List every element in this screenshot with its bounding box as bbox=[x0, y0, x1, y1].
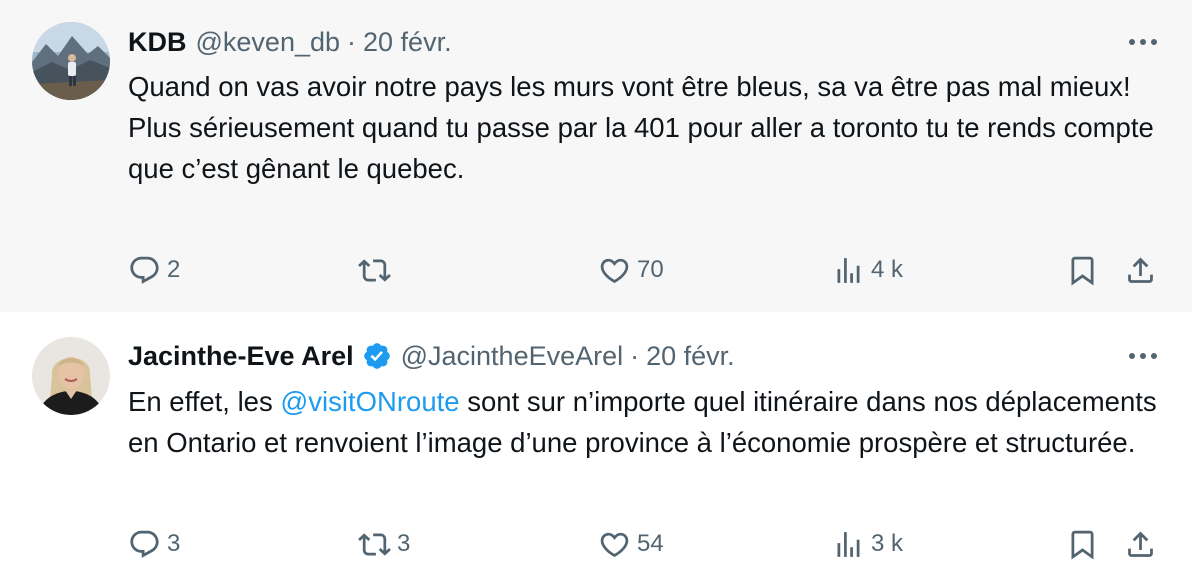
share-button[interactable] bbox=[1124, 522, 1157, 566]
mention-link[interactable]: @visitONroute bbox=[280, 386, 459, 417]
tweet-keven-db[interactable]: KDB @keven_db · 20 févr. Quand on vas av… bbox=[0, 0, 1192, 312]
more-button[interactable] bbox=[1126, 28, 1160, 56]
verified-badge-icon bbox=[363, 343, 390, 369]
separator-dot: · bbox=[347, 26, 357, 57]
tweet-header: KDB @keven_db · 20 févr. bbox=[128, 24, 452, 60]
bookmark-icon bbox=[1071, 256, 1094, 286]
more-icon bbox=[1129, 39, 1157, 45]
reply-button[interactable]: 3 bbox=[128, 522, 180, 566]
tweet-text-line: Quand on vas avoir notre pays les murs v… bbox=[128, 71, 1131, 102]
views-button[interactable]: 3 k bbox=[832, 522, 903, 566]
reply-icon bbox=[130, 256, 159, 284]
tweet-date[interactable]: 20 févr. bbox=[363, 27, 452, 58]
author-handle[interactable]: @keven_db bbox=[196, 27, 341, 58]
reply-button[interactable]: 2 bbox=[128, 248, 180, 292]
retweet-count: 3 bbox=[397, 530, 411, 557]
author-name[interactable]: KDB bbox=[128, 27, 187, 58]
views-icon bbox=[837, 257, 860, 283]
more-icon bbox=[1129, 353, 1157, 359]
tweet-text-line: Plus sérieusement quand tu passe par la … bbox=[128, 112, 1154, 184]
views-count: 4 k bbox=[871, 256, 904, 283]
tweet-actions: 3 3 54 3 k bbox=[128, 522, 1164, 566]
avatar-photo-portrait bbox=[32, 337, 110, 415]
share-icon bbox=[1128, 531, 1153, 557]
views-count: 3 k bbox=[871, 530, 904, 557]
reply-icon bbox=[130, 530, 159, 558]
more-button[interactable] bbox=[1126, 342, 1160, 370]
reply-count: 2 bbox=[167, 256, 181, 283]
avatar[interactable] bbox=[32, 22, 110, 100]
like-icon bbox=[600, 532, 629, 557]
verified-badge-icon[interactable] bbox=[362, 341, 392, 371]
share-button[interactable] bbox=[1124, 248, 1157, 292]
like-count: 54 bbox=[637, 530, 664, 557]
bookmark-button[interactable] bbox=[1066, 248, 1099, 292]
retweet-button[interactable]: 3 bbox=[358, 522, 410, 566]
tweet-date[interactable]: 20 févr. bbox=[646, 341, 735, 372]
retweet-icon bbox=[358, 258, 391, 282]
author-name[interactable]: Jacinthe-Eve Arel bbox=[128, 341, 354, 372]
tweet-header: Jacinthe-Eve Arel @JacintheEveArel · 20 … bbox=[128, 338, 735, 374]
retweet-icon bbox=[358, 532, 391, 556]
views-button[interactable]: 4 k bbox=[832, 248, 903, 292]
like-count: 70 bbox=[637, 256, 664, 283]
tweet-text: En effet, les @visitONroute sont sur n’i… bbox=[128, 381, 1158, 463]
avatar-photo-mountains bbox=[32, 22, 110, 100]
like-button[interactable]: 70 bbox=[598, 248, 664, 292]
reply-count: 3 bbox=[167, 530, 181, 557]
like-button[interactable]: 54 bbox=[598, 522, 664, 566]
retweet-button[interactable] bbox=[358, 248, 397, 292]
like-icon bbox=[600, 258, 629, 283]
share-icon bbox=[1128, 257, 1153, 283]
separator-dot: · bbox=[630, 340, 640, 371]
views-icon bbox=[837, 531, 860, 557]
tweet-text-segment: En effet, les bbox=[128, 386, 281, 417]
tweet-jacinthe-eve-arel[interactable]: Jacinthe-Eve Arel @JacintheEveArel · 20 … bbox=[0, 312, 1192, 584]
bookmark-button[interactable] bbox=[1066, 522, 1099, 566]
tweet-actions: 2 70 4 k bbox=[128, 248, 1164, 292]
bookmark-icon bbox=[1071, 530, 1094, 560]
avatar[interactable] bbox=[32, 337, 110, 415]
author-handle[interactable]: @JacintheEveArel bbox=[401, 341, 624, 372]
tweet-text: Quand on vas avoir notre pays les murs v… bbox=[128, 66, 1158, 189]
